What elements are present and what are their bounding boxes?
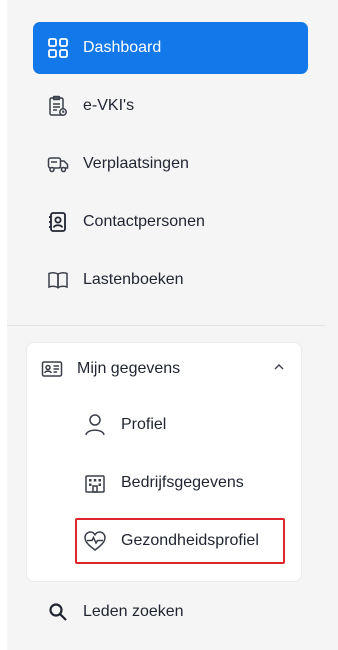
nav-label: e-VKI's (83, 97, 135, 114)
vehicle-icon (47, 153, 69, 175)
nav-item-leden-zoeken[interactable]: Leden zoeken (33, 586, 308, 638)
group-title: Mijn gegevens (77, 360, 181, 377)
nav-label: Contactpersonen (83, 213, 205, 230)
sub-label: Gezondheidsprofiel (121, 532, 259, 549)
search-icon (47, 601, 69, 623)
sub-item-bedrijfsgegevens[interactable]: Bedrijfsgegevens (75, 460, 285, 506)
sub-item-profiel[interactable]: Profiel (75, 402, 285, 448)
nav-item-evki[interactable]: e-VKI's (33, 80, 308, 132)
nav-label: Verplaatsingen (83, 155, 189, 172)
open-book-icon (47, 269, 69, 291)
heartbeat-icon (83, 529, 107, 553)
mijn-gegevens-group: Mijn gegevens Profiel Bedrijfsgegevens G… (26, 342, 302, 582)
nav-item-contactpersonen[interactable]: Contactpersonen (33, 196, 308, 248)
sub-item-gezondheidsprofiel[interactable]: Gezondheidsprofiel (75, 518, 285, 564)
user-icon (83, 413, 107, 437)
chevron-up-icon[interactable] (273, 361, 285, 373)
nav-item-verplaatsingen[interactable]: Verplaatsingen (33, 138, 308, 190)
nav-label: Dashboard (83, 39, 162, 56)
mijn-gegevens-toggle[interactable]: Mijn gegevens (27, 343, 301, 395)
nav-item-dashboard[interactable]: Dashboard (33, 22, 308, 74)
building-icon (83, 471, 107, 495)
nav-item-lastenboeken[interactable]: Lastenboeken (33, 254, 308, 306)
divider (7, 325, 325, 326)
nav-label: Leden zoeken (83, 603, 184, 620)
contact-card-icon (47, 211, 69, 233)
id-card-icon (41, 358, 63, 380)
sub-label: Profiel (121, 416, 167, 433)
grid-icon (47, 37, 69, 59)
nav-label: Lastenboeken (83, 271, 184, 288)
clipboard-icon (47, 95, 69, 117)
sub-label: Bedrijfsgegevens (121, 474, 244, 491)
